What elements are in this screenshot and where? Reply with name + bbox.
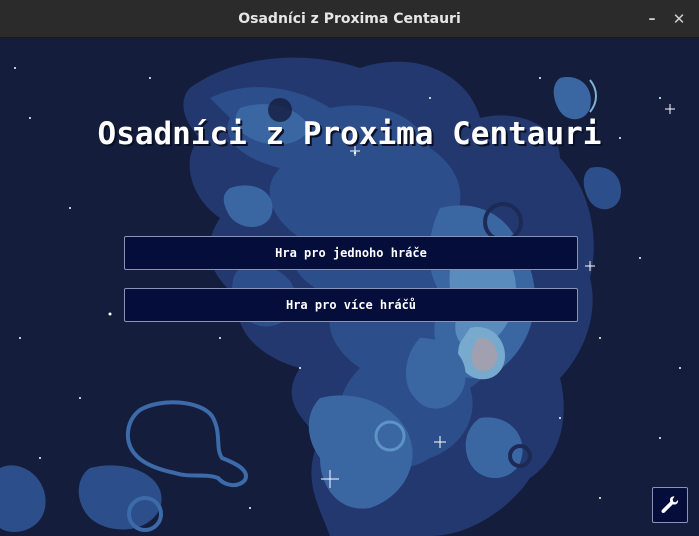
single-player-label: Hra pro jednoho hráče	[275, 246, 427, 260]
window-titlebar[interactable]: Osadníci z Proxima Centauri – ✕	[0, 0, 699, 38]
wrench-icon	[661, 496, 679, 514]
game-title: Osadníci z Proxima Centauri	[97, 116, 602, 152]
minimize-button[interactable]: –	[641, 8, 663, 30]
space-background	[0, 38, 699, 536]
window-title: Osadníci z Proxima Centauri	[238, 10, 461, 27]
game-canvas: Osadníci z Proxima Centauri Hra pro jedn…	[0, 38, 699, 536]
multiplayer-button[interactable]: Hra pro více hráčů	[124, 288, 578, 322]
multiplayer-label: Hra pro více hráčů	[285, 298, 417, 312]
app-window: Osadníci z Proxima Centauri – ✕ Osadníci…	[0, 0, 699, 536]
close-button[interactable]: ✕	[668, 8, 690, 30]
settings-button[interactable]	[652, 487, 688, 523]
single-player-button[interactable]: Hra pro jednoho hráče	[124, 236, 578, 270]
